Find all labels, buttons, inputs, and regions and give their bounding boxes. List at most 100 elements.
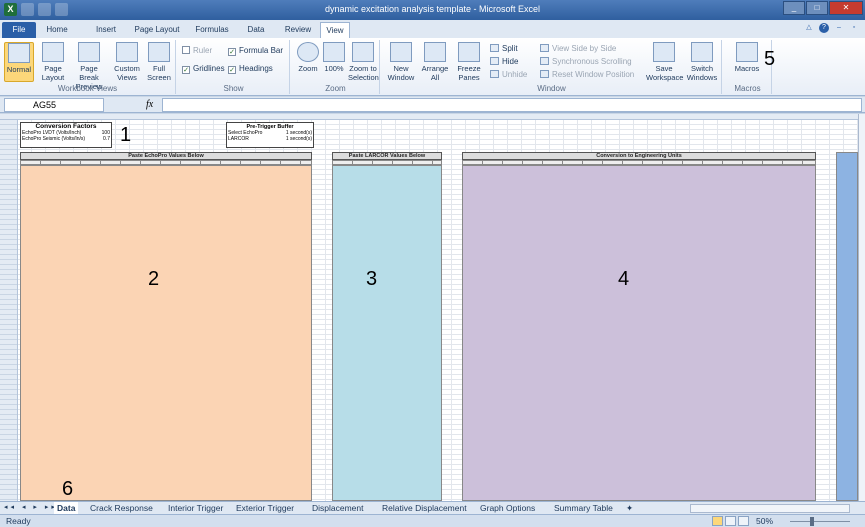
- macros-label: Macros: [734, 84, 761, 93]
- window-label: Window: [537, 84, 566, 93]
- minimize-button[interactable]: _: [783, 1, 805, 15]
- sheet-tab-interior-trigger[interactable]: Interior Trigger: [168, 502, 223, 514]
- sync-scroll-icon: [540, 57, 549, 65]
- sheet-tab-displacement[interactable]: Displacement: [312, 502, 364, 514]
- horizontal-scrollbar[interactable]: [690, 504, 850, 513]
- tab-review[interactable]: Review: [280, 22, 316, 38]
- tab-view[interactable]: View: [320, 22, 350, 38]
- maximize-button[interactable]: □: [806, 1, 828, 15]
- paste-larcor-header: Paste LARCOR Values Below: [332, 152, 442, 160]
- view-side-by-side-button[interactable]: View Side by Side: [540, 44, 616, 53]
- gridlines-checkbox[interactable]: ✓ Gridlines: [182, 64, 225, 74]
- sheet-tab-graph-options[interactable]: Graph Options: [480, 502, 535, 514]
- view-buttons: [712, 516, 749, 526]
- zoom-slider-thumb[interactable]: [810, 517, 814, 526]
- larcor-data-region[interactable]: [332, 165, 442, 501]
- title-bar: X dynamic excitation analysis template -…: [0, 0, 865, 20]
- switch-windows-icon: [691, 42, 713, 62]
- paste-echopro-header: Paste EchoPro Values Below: [20, 152, 312, 160]
- normal-view-status-icon[interactable]: [712, 516, 723, 526]
- window-restore-icon[interactable]: ▫: [849, 23, 859, 33]
- page-layout-view-button[interactable]: Page Layout: [38, 42, 68, 82]
- reset-position-icon: [540, 70, 549, 78]
- zoom-button[interactable]: Zoom: [296, 42, 320, 73]
- pre-trigger-buffer-box: Pre-Trigger Buffer Select EchoPro 1 seco…: [226, 122, 314, 148]
- normal-view-icon: [8, 43, 30, 63]
- split-button[interactable]: Split: [490, 44, 518, 53]
- hide-icon: [490, 57, 499, 65]
- macros-button[interactable]: Macros: [732, 42, 762, 73]
- row-headers[interactable]: [0, 120, 18, 501]
- page-layout-status-icon[interactable]: [725, 516, 736, 526]
- sheet-tab-data[interactable]: Data: [54, 502, 79, 514]
- page-break-status-icon[interactable]: [738, 516, 749, 526]
- callout-4: 4: [618, 268, 630, 290]
- tab-data[interactable]: Data: [242, 22, 270, 38]
- zoom-selection-icon: [352, 42, 374, 62]
- callout-1: 1: [120, 124, 132, 146]
- conversion-data-region[interactable]: [462, 165, 816, 501]
- normal-view-button[interactable]: Normal: [4, 42, 34, 82]
- callout-5: 5: [764, 48, 776, 70]
- callout-3: 3: [366, 268, 378, 290]
- window-group: New Window Arrange All Freeze Panes Spli…: [382, 40, 722, 94]
- close-button[interactable]: ✕: [829, 1, 863, 15]
- split-icon: [490, 44, 499, 52]
- callout-2: 2: [148, 268, 160, 290]
- sheet-tab-summary-table[interactable]: Summary Table: [554, 502, 613, 514]
- zoom-group: Zoom 100% Zoom to Selection Zoom: [292, 40, 380, 94]
- formula-bar-checkbox[interactable]: ✓ Formula Bar: [228, 46, 283, 56]
- zoom-100-button[interactable]: 100%: [322, 42, 346, 73]
- formula-input[interactable]: [162, 98, 862, 112]
- zoom-slider[interactable]: [790, 521, 850, 522]
- tab-home[interactable]: Home: [40, 22, 74, 38]
- vertical-scrollbar[interactable]: [858, 114, 865, 501]
- new-window-icon: [390, 42, 412, 62]
- full-screen-button[interactable]: Full Screen: [144, 42, 174, 82]
- unhide-button[interactable]: Unhide: [490, 70, 527, 79]
- zoom-level[interactable]: 50%: [756, 516, 773, 526]
- tab-formulas[interactable]: Formulas: [190, 22, 234, 38]
- status-bar: Ready 50%: [0, 514, 865, 527]
- switch-windows-button[interactable]: Switch Windows: [684, 42, 720, 82]
- custom-views-button[interactable]: Custom Views: [112, 42, 142, 82]
- window-minimize-icon[interactable]: –: [834, 23, 844, 33]
- tab-file[interactable]: File: [2, 22, 36, 38]
- fx-icon[interactable]: fx: [146, 99, 153, 110]
- arrange-all-button[interactable]: Arrange All: [420, 42, 450, 82]
- tab-insert[interactable]: Insert: [88, 22, 124, 38]
- far-right-data-region[interactable]: [836, 152, 858, 501]
- ribbon-minimize-icon[interactable]: △: [804, 23, 814, 33]
- magnifier-icon: [297, 42, 319, 62]
- echopro-data-region[interactable]: [20, 165, 312, 501]
- sheet-tab-exterior-trigger[interactable]: Exterior Trigger: [236, 502, 294, 514]
- tab-page-layout[interactable]: Page Layout: [130, 22, 184, 38]
- worksheet-grid[interactable]: Conversion Factors EchoPro LVDT (Volts/I…: [0, 114, 858, 501]
- unhide-icon: [490, 70, 499, 78]
- save-workspace-icon: [653, 42, 675, 62]
- workbook-views-group: Normal Page Layout Page Break Preview Cu…: [0, 40, 176, 94]
- status-ready: Ready: [6, 516, 31, 526]
- show-label: Show: [223, 84, 244, 93]
- sheet-tab-relative-displacement[interactable]: Relative Displacement: [382, 502, 467, 514]
- ruler-checkbox[interactable]: Ruler: [182, 46, 212, 55]
- pretrigger-row-2: LARCOR 1 second(s): [228, 136, 312, 142]
- name-box[interactable]: AG55: [4, 98, 104, 112]
- save-workspace-button[interactable]: Save Workspace: [646, 42, 683, 82]
- help-controls: △ ? – ▫: [804, 23, 859, 33]
- help-icon[interactable]: ?: [819, 23, 829, 33]
- insert-sheet-icon[interactable]: ✦: [626, 502, 633, 514]
- freeze-panes-button[interactable]: Freeze Panes: [452, 42, 486, 82]
- synchronous-scrolling-button[interactable]: Synchronous Scrolling: [540, 57, 632, 66]
- hide-button[interactable]: Hide: [490, 57, 518, 66]
- zoom-100-icon: [323, 42, 345, 62]
- sheet-nav-arrows[interactable]: ◂◂ ◂ ▸ ▸▸: [4, 503, 58, 511]
- reset-window-position-button[interactable]: Reset Window Position: [540, 70, 634, 79]
- zoom-to-selection-button[interactable]: Zoom to Selection: [348, 42, 379, 82]
- headings-checkbox[interactable]: ✓ Headings: [228, 64, 273, 74]
- show-group: Ruler ✓ Formula Bar ✓ Gridlines ✓ Headings …: [178, 40, 290, 94]
- sheet-tab-crack-response[interactable]: Crack Response: [90, 502, 153, 514]
- conversion-factors-box: Conversion Factors EchoPro LVDT (Volts/I…: [20, 122, 112, 148]
- sheet-tab-bar: ◂◂ ◂ ▸ ▸▸ Data Crack Response Interior T…: [0, 501, 865, 514]
- new-window-button[interactable]: New Window: [386, 42, 416, 82]
